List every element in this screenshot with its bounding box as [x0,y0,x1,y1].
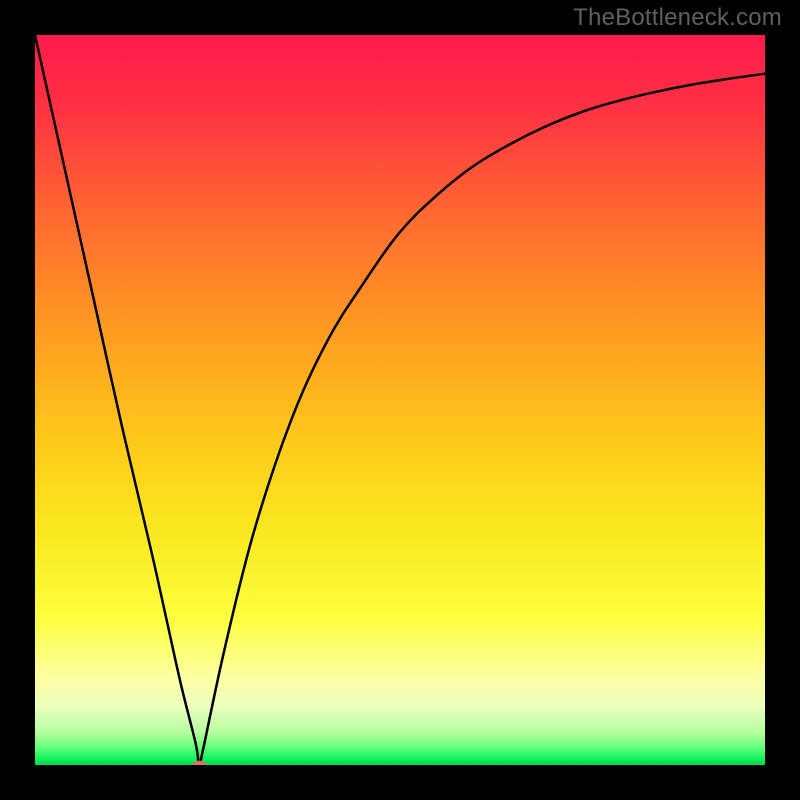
chart-plot-area [35,35,765,765]
watermark-text: TheBottleneck.com [573,4,782,32]
chart-frame: TheBottleneck.com [0,0,800,800]
